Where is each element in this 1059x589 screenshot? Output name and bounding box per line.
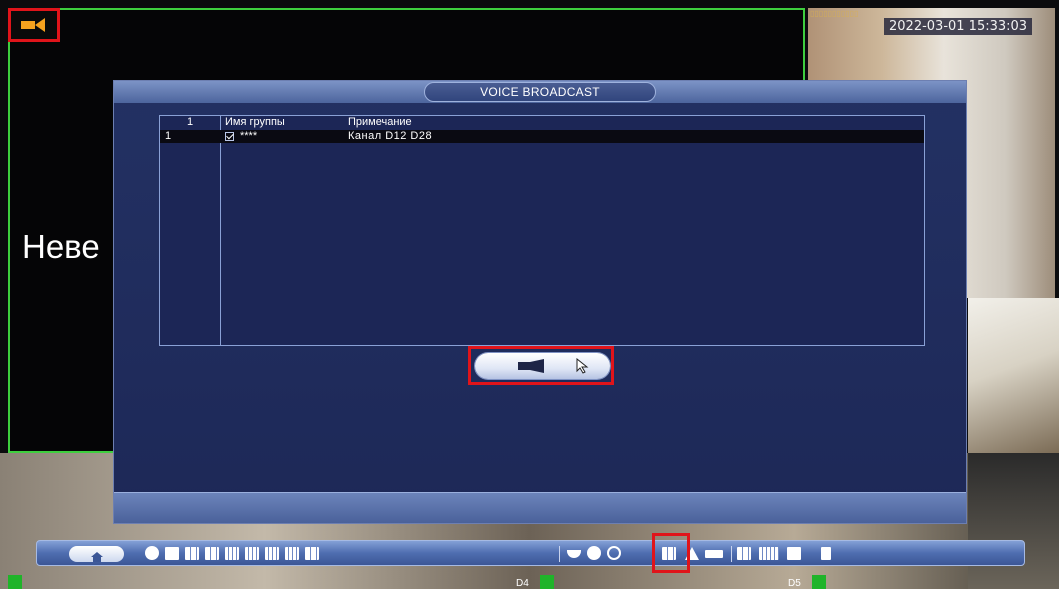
channel-status-icon — [8, 575, 22, 589]
search-icon[interactable] — [607, 546, 621, 560]
color-icon[interactable] — [587, 546, 601, 560]
camera-osd-faint: ▯▯▯▯▯▯▯▯▯▯▯ — [810, 9, 859, 18]
row-checkbox[interactable] — [225, 132, 234, 141]
display-icon[interactable] — [787, 547, 801, 560]
camera-tile-3[interactable] — [968, 298, 1059, 453]
voice-broadcast-active-icon — [21, 18, 47, 32]
hdd-icon[interactable] — [759, 547, 779, 560]
layout-16-icon[interactable] — [265, 547, 279, 560]
home-icon — [91, 549, 103, 562]
layout-25-icon[interactable] — [285, 547, 299, 560]
usb-icon[interactable] — [821, 547, 831, 560]
table-header: 1 Имя группы Примечание — [160, 116, 924, 129]
group-table: 1 Имя группы Примечание 1 **** Канал D12… — [159, 115, 925, 346]
camera-timestamp: 2022-03-01 15:33:03 — [884, 18, 1033, 35]
table-row[interactable]: 1 **** Канал D12 D28 — [160, 130, 924, 143]
alarm-indicator[interactable] — [8, 8, 60, 42]
row-note: Канал D12 D28 — [348, 130, 433, 142]
ptz-icon[interactable] — [567, 550, 581, 558]
layout-1-icon[interactable] — [165, 547, 179, 560]
home-button[interactable] — [69, 546, 124, 562]
dialog-footer — [114, 492, 966, 523]
channel-status-icon — [540, 575, 554, 589]
back-icon[interactable] — [145, 546, 159, 560]
network-icon[interactable] — [737, 547, 751, 560]
layout-custom-icon[interactable] — [305, 547, 319, 560]
main-taskbar — [36, 540, 1025, 566]
row-group-cell: **** — [220, 130, 344, 143]
channel-label: D5 — [788, 578, 801, 589]
layout-6-icon[interactable] — [205, 547, 219, 560]
voice-broadcast-dialog: VOICE BROADCAST 1 Имя группы Примечание … — [113, 80, 967, 524]
layout-9-icon[interactable] — [245, 547, 259, 560]
column-header-group-name[interactable]: Имя группы — [220, 116, 344, 129]
channel-label: D4 — [516, 578, 529, 589]
row-index: 1 — [165, 130, 172, 142]
highlight-broadcast-button — [468, 346, 614, 385]
row-group-name: **** — [240, 130, 258, 142]
layout-4-icon[interactable] — [185, 547, 199, 560]
highlight-voice-broadcast-icon — [652, 533, 690, 573]
column-header-index[interactable]: 1 — [160, 116, 220, 129]
column-header-note[interactable]: Примечание — [344, 116, 924, 129]
layout-8-icon[interactable] — [225, 547, 239, 560]
dialog-title: VOICE BROADCAST — [424, 82, 656, 102]
channel-status-icon — [812, 575, 826, 589]
camera-overlay-text: Неве — [22, 228, 100, 265]
camera-tile-5[interactable] — [968, 453, 1059, 589]
record-icon[interactable] — [705, 550, 723, 558]
dialog-titlebar: VOICE BROADCAST — [114, 81, 966, 103]
